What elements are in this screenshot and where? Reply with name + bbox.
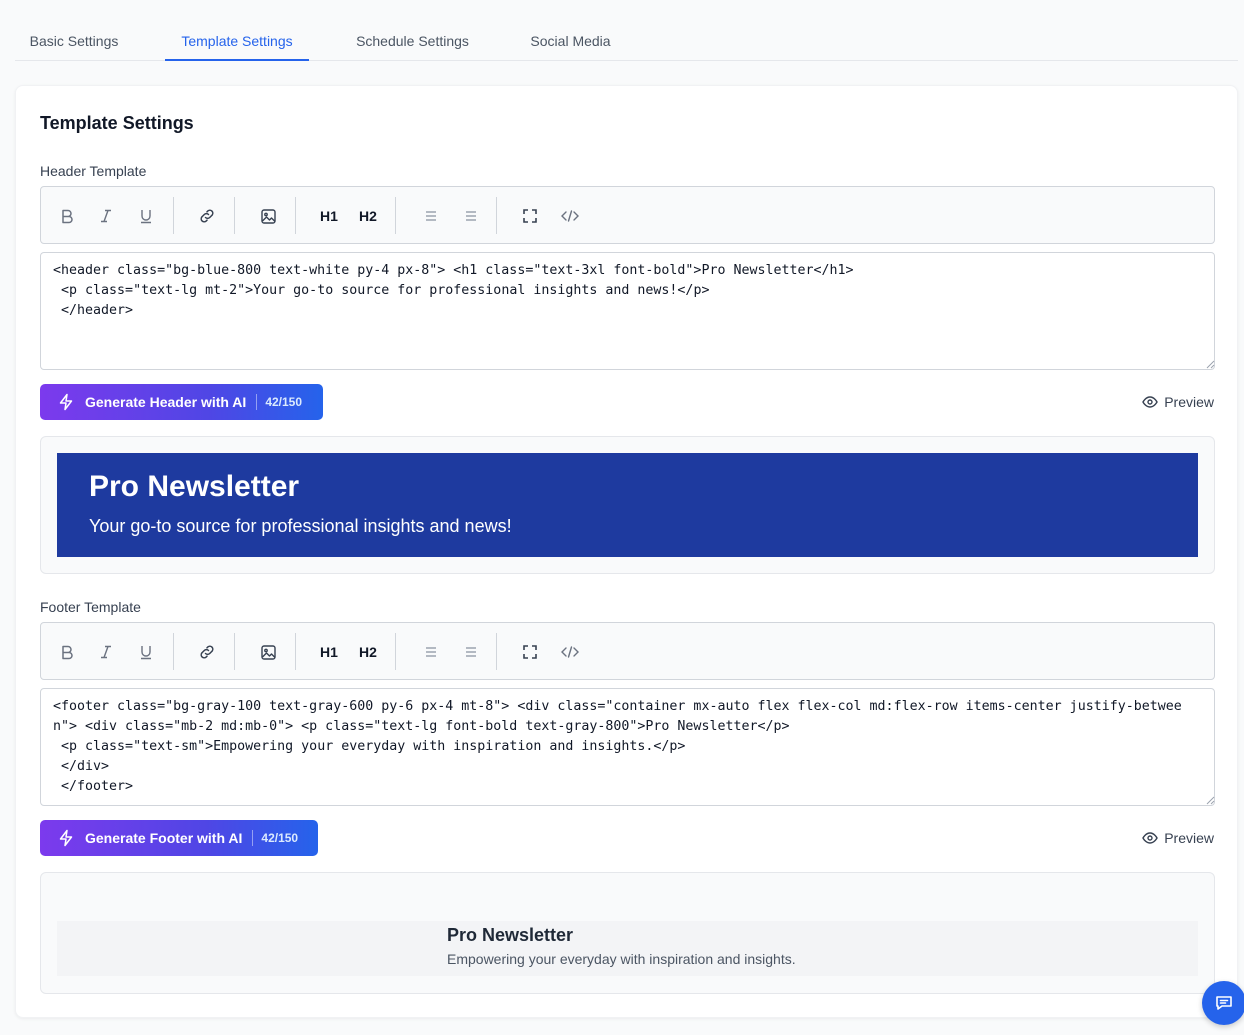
header-editor-toolbar: H1 H2 xyxy=(40,186,1215,244)
tab-basic-settings[interactable]: Basic Settings xyxy=(15,22,133,61)
toolbar-divider xyxy=(234,197,235,234)
toolbar-divider xyxy=(395,197,396,234)
bold-icon[interactable] xyxy=(53,638,81,666)
footer-editor-toolbar: H1 H2 xyxy=(40,622,1215,680)
eye-icon xyxy=(1142,830,1158,846)
header-preview-banner: Pro Newsletter Your go-to source for pro… xyxy=(57,453,1198,557)
ordered-list-icon[interactable] xyxy=(457,638,485,666)
bold-icon[interactable] xyxy=(53,202,81,230)
resize-handle-icon[interactable] xyxy=(1206,360,1215,369)
tab-template-settings[interactable]: Template Settings xyxy=(165,22,309,61)
italic-icon[interactable] xyxy=(92,202,120,230)
toolbar-divider xyxy=(496,197,497,234)
toolbar-divider xyxy=(173,633,174,670)
toolbar-divider xyxy=(496,633,497,670)
resize-handle-icon[interactable] xyxy=(1206,796,1215,805)
template-settings-card: Template Settings Header Template H1 H2 xyxy=(15,85,1238,1018)
header-code-textarea[interactable]: <header class="bg-blue-800 text-white py… xyxy=(40,252,1215,370)
code-icon[interactable] xyxy=(556,638,584,666)
fullscreen-icon[interactable] xyxy=(516,638,544,666)
footer-template-label: Footer Template xyxy=(40,599,141,615)
footer-preview-band: Pro Newsletter Empowering your everyday … xyxy=(57,921,1198,976)
bullet-list-icon[interactable] xyxy=(417,638,445,666)
eye-icon xyxy=(1142,394,1158,410)
footer-preview-subtitle: Empowering your everyday with inspiratio… xyxy=(447,951,796,967)
lightning-icon xyxy=(57,393,75,411)
italic-icon[interactable] xyxy=(92,638,120,666)
toolbar-divider xyxy=(173,197,174,234)
heading1-button[interactable]: H1 xyxy=(313,638,345,666)
underline-icon[interactable] xyxy=(132,202,160,230)
preview-label: Preview xyxy=(1164,394,1214,410)
button-divider xyxy=(256,394,258,410)
underline-icon[interactable] xyxy=(132,638,160,666)
button-divider xyxy=(252,830,254,846)
generate-footer-label: Generate Footer with AI xyxy=(85,830,243,846)
image-icon[interactable] xyxy=(254,202,282,230)
header-template-label: Header Template xyxy=(40,163,147,179)
generate-header-label: Generate Header with AI xyxy=(85,394,247,410)
ai-usage-count: 42/150 xyxy=(265,395,303,409)
header-preview-subtitle: Your go-to source for professional insig… xyxy=(89,516,512,536)
footer-preview-title: Pro Newsletter xyxy=(447,925,574,945)
header-preview: Pro Newsletter Your go-to source for pro… xyxy=(40,436,1215,574)
page-title: Template Settings xyxy=(40,113,194,133)
preview-label: Preview xyxy=(1164,830,1214,846)
image-icon[interactable] xyxy=(254,638,282,666)
chat-button[interactable] xyxy=(1202,981,1244,1025)
chat-icon xyxy=(1214,993,1234,1013)
generate-footer-ai-button[interactable]: Generate Footer with AI 42/150 xyxy=(40,820,318,856)
tab-schedule-settings[interactable]: Schedule Settings xyxy=(341,22,484,61)
code-icon[interactable] xyxy=(556,202,584,230)
heading2-button[interactable]: H2 xyxy=(352,202,384,230)
bullet-list-icon[interactable] xyxy=(417,202,445,230)
link-icon[interactable] xyxy=(193,638,221,666)
ordered-list-icon[interactable] xyxy=(457,202,485,230)
toolbar-divider xyxy=(295,633,296,670)
lightning-icon xyxy=(57,829,75,847)
footer-code-textarea[interactable]: <footer class="bg-gray-100 text-gray-600… xyxy=(40,688,1215,806)
generate-header-ai-button[interactable]: Generate Header with AI 42/150 xyxy=(40,384,323,420)
settings-tabs: Basic Settings Template Settings Schedul… xyxy=(15,22,1238,61)
toolbar-divider xyxy=(295,197,296,234)
footer-preview-toggle[interactable]: Preview xyxy=(1142,829,1214,847)
toolbar-divider xyxy=(234,633,235,670)
header-preview-toggle[interactable]: Preview xyxy=(1142,393,1214,411)
tab-social-media[interactable]: Social Media xyxy=(516,22,625,61)
heading1-button[interactable]: H1 xyxy=(313,202,345,230)
header-preview-title: Pro Newsletter xyxy=(89,470,300,503)
heading2-button[interactable]: H2 xyxy=(352,638,384,666)
ai-usage-count: 42/150 xyxy=(261,831,299,845)
fullscreen-icon[interactable] xyxy=(516,202,544,230)
toolbar-divider xyxy=(395,633,396,670)
footer-preview: Pro Newsletter Empowering your everyday … xyxy=(40,872,1215,994)
link-icon[interactable] xyxy=(193,202,221,230)
